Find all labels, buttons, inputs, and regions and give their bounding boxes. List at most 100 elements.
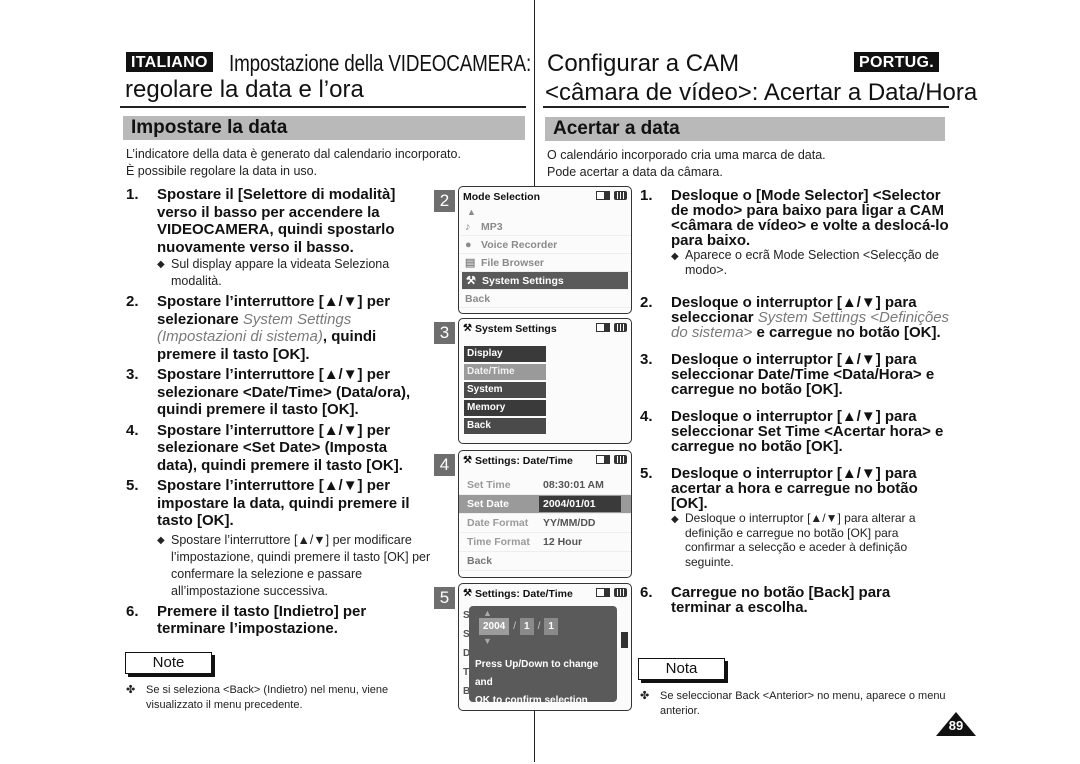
step-item: 4. Spostare l’interruttore [▲/▼] per sel… [126, 422, 431, 475]
step-item: 5. Spostare l’interruttore [▲/▼] per imp… [126, 477, 431, 530]
menu-item-system[interactable]: System [464, 382, 546, 398]
menu-item-label: System Settings [482, 274, 564, 287]
step-item: 1. Spostare il [Selettore di modalità] v… [126, 186, 431, 256]
subnote-text: Sul display appare la videata Seleziona … [171, 257, 390, 288]
step-number: 1. [126, 186, 139, 203]
section-heading-portuguese: Acertar a data [545, 117, 945, 141]
scroll-up-icon: ▲ [467, 207, 476, 217]
month-field[interactable]: 1 [520, 618, 534, 635]
memory-card-icon [596, 588, 610, 597]
setting-label: Time Format [467, 536, 530, 548]
menu-item-file-browser[interactable]: ▤ File Browser [459, 254, 631, 272]
note-portuguese: ✤ Se seleccionar Back <Anterior> no menu… [640, 689, 960, 719]
increment-arrow-icon[interactable]: ▲ [483, 608, 492, 618]
step-text: Spostare l’interruttore [▲/▼] per impost… [157, 477, 410, 529]
note-label-portuguese: Nota [638, 658, 725, 680]
memory-card-icon [596, 191, 610, 200]
setting-row-set-time[interactable]: Set Time 08:30:01 AM [459, 476, 631, 495]
screen-header: ⚒ System Settings [459, 319, 631, 338]
diamond-bullet-icon: ◆ [671, 251, 679, 262]
setting-row-back[interactable]: Back [459, 552, 631, 571]
setting-value: 2004/01/01 [539, 496, 621, 512]
file-icon: ▤ [465, 257, 476, 269]
background-selection [621, 632, 628, 648]
intro-line: Pode acertar a data da câmara. [547, 165, 723, 179]
step-number: 5. [126, 477, 139, 494]
screen-title: System Settings [474, 322, 557, 335]
intro-line: O calendário incorporado cria uma marca … [547, 148, 826, 162]
battery-icon [614, 191, 627, 200]
instruction-line: OK to confirm selection [475, 695, 588, 706]
battery-icon [614, 323, 627, 332]
note-text: Se si seleziona <Back> (Indietro) nel me… [146, 684, 389, 711]
menu-item-date-time[interactable]: Date/Time [464, 364, 546, 380]
steps-italian: 1. Spostare il [Selettore di modalità] v… [126, 186, 431, 638]
diamond-bullet-icon: ◆ [671, 514, 679, 525]
diamond-bullet-icon: ◆ [157, 534, 165, 546]
decrement-arrow-icon[interactable]: ▼ [483, 636, 492, 646]
step-number: 1. [640, 187, 653, 204]
menu-item-back[interactable]: Back [459, 290, 631, 308]
setting-value: YY/MM/DD [543, 517, 596, 529]
screen-system-settings: ⚒ System Settings Display Date/Time Syst… [458, 318, 632, 444]
menu-item-back[interactable]: Back [464, 418, 546, 434]
step-item: 1. Desloque o [Mode Selector] <Selector … [640, 188, 950, 248]
setting-row-time-format[interactable]: Time Format 12 Hour [459, 533, 631, 552]
step-text: Carregue no botão [Back] para terminar a… [671, 584, 891, 616]
setting-row-set-date[interactable]: Set Date 2004/01/01 [459, 495, 631, 514]
step-text: Spostare l’interruttore [▲/▼] per selezi… [157, 421, 403, 474]
page-number: 89 [936, 712, 976, 736]
battery-icon [614, 588, 627, 597]
settings-icon: ⚒ [463, 455, 472, 466]
date-separator: / [537, 621, 541, 632]
note-italian: ✤ Se si seleziona <Back> (Indietro) nel … [126, 683, 416, 713]
note-bullet-icon: ✤ [126, 684, 136, 696]
status-icons [596, 191, 627, 200]
step-text: Spostare il [Selettore di modalità] vers… [157, 186, 396, 256]
menu-item-display[interactable]: Display [464, 346, 546, 362]
column-divider-top [534, 0, 535, 186]
step-text: Spostare l’interruttore [▲/▼] per selezi… [157, 366, 411, 418]
column-divider-bottom [534, 710, 535, 762]
screen-mode-selection: Mode Selection ▲ ♪ MP3 ● Voice Recorder ▤ F… [458, 186, 632, 314]
settings-icon: ⚒ [463, 588, 472, 599]
step-item: 5. Desloque o interruptor [▲/▼] para ace… [640, 466, 950, 511]
menu-item-label: MP3 [481, 220, 503, 233]
settings-icon: ⚒ [463, 323, 472, 334]
date-entry-popup: ▲ 2004 / 1 / 1 ▼ Press Up/Down to change… [469, 606, 617, 706]
step-item: 4. Desloque o interruptor [▲/▼] para sel… [640, 409, 950, 454]
screen-step-number: 2 [434, 190, 455, 212]
menu-item-mp3[interactable]: ♪ MP3 [459, 218, 631, 236]
status-icons [596, 455, 627, 464]
setting-value: 12 Hour [543, 536, 583, 548]
step-text: Desloque o interruptor [▲/▼] para selecc… [671, 351, 935, 398]
step-number: 2. [126, 293, 139, 310]
step-number: 5. [640, 465, 653, 482]
step-number: 2. [640, 294, 653, 311]
year-field[interactable]: 2004 [479, 618, 510, 635]
note-bullet-icon: ✤ [640, 690, 650, 702]
step-number: 3. [640, 351, 653, 368]
screen-header: ⚒ Settings: Date/Time [459, 451, 631, 470]
setting-label: Set Time [467, 479, 511, 491]
language-badge-portuguese: PORTUG. [854, 52, 939, 72]
subnote-text: Desloque o interruptor [▲/▼] para altera… [685, 511, 916, 569]
step-number: 3. [126, 366, 139, 383]
step-text: Desloque o interruptor [▲/▼] para acerta… [671, 465, 918, 512]
setting-row-date-format[interactable]: Date Format YY/MM/DD [459, 514, 631, 533]
intro-line: L’indicatore della data è generato dal c… [126, 147, 461, 161]
day-field[interactable]: 1 [544, 618, 558, 635]
step-item: 6. Carregue no botão [Back] para termina… [640, 585, 950, 615]
step-item: 2. Desloque o interruptor [▲/▼] para sel… [640, 295, 950, 340]
step-item: 3. Desloque o interruptor [▲/▼] para sel… [640, 352, 950, 397]
popup-instructions: Press Up/Down to change and OK to confir… [475, 656, 617, 710]
menu-item-memory[interactable]: Memory [464, 400, 546, 416]
menu-item-system-settings[interactable]: ⚒ System Settings [462, 272, 628, 290]
subnote-text: Aparece o ecrã Mode Selection <Selecção … [685, 248, 939, 277]
settings-icon: ⚒ [466, 275, 476, 287]
screen-step-number: 5 [434, 587, 455, 609]
menu-item-voice-recorder[interactable]: ● Voice Recorder [459, 236, 631, 254]
intro-italian: L’indicatore della data è generato dal c… [126, 146, 461, 180]
step-number: 4. [126, 421, 139, 439]
step-text: Desloque o [Mode Selector] <Selector de … [671, 187, 949, 249]
